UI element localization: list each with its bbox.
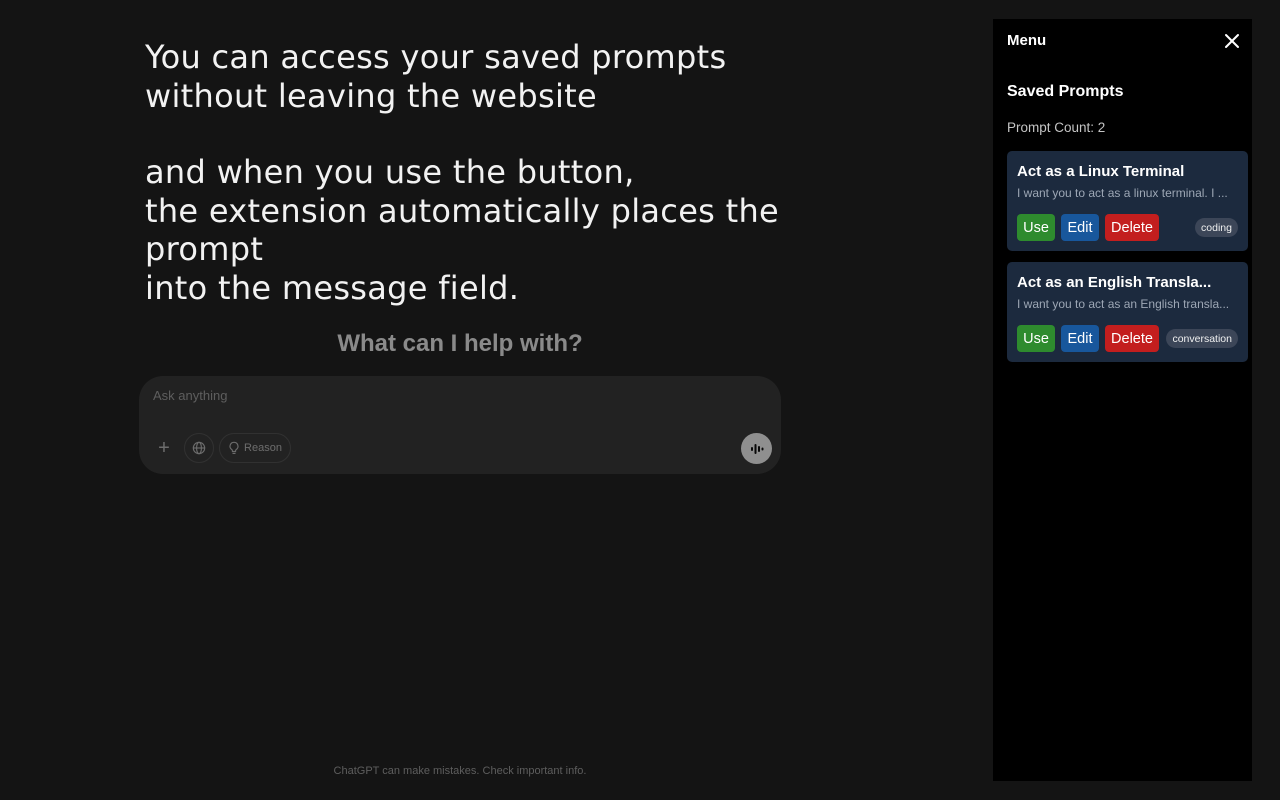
promo-line: without leaving the website — [145, 76, 598, 115]
prompt-title: Act as a Linux Terminal — [1017, 163, 1185, 180]
close-icon[interactable] — [1223, 32, 1241, 50]
promo-line: into the message field. — [145, 268, 520, 307]
menu-title: Menu — [1007, 32, 1047, 49]
delete-button[interactable]: Delete — [1105, 214, 1159, 241]
category-tag: coding — [1195, 218, 1238, 237]
globe-icon — [192, 441, 206, 455]
lightbulb-icon — [229, 441, 239, 454]
prompt-description: I want you to act as an English transla.… — [1017, 297, 1230, 311]
prompt-description: I want you to act as a linux terminal. I… — [1017, 186, 1228, 200]
message-composer: + Reason — [139, 376, 781, 474]
reason-button[interactable]: Reason — [219, 433, 291, 463]
use-button[interactable]: Use — [1017, 325, 1055, 352]
voice-icon — [750, 443, 763, 454]
prompt-card: Act as an English Transla... I want you … — [1007, 262, 1248, 362]
section-title: Saved Prompts — [1007, 83, 1124, 100]
search-web-button[interactable] — [184, 433, 214, 463]
prompt-count-label: Prompt Count: 2 — [1007, 120, 1106, 135]
use-button[interactable]: Use — [1017, 214, 1055, 241]
reason-label: Reason — [244, 442, 282, 454]
prompt-count: Prompt Count: 2 — [1007, 120, 1105, 135]
promo-gap — [145, 115, 905, 153]
edit-button[interactable]: Edit — [1061, 214, 1099, 241]
promo-line: the extension automatically places the p… — [145, 191, 780, 269]
message-input[interactable] — [153, 388, 713, 403]
delete-button[interactable]: Delete — [1105, 325, 1159, 352]
edit-button[interactable]: Edit — [1061, 325, 1099, 352]
chat-headline: What can I help with? — [337, 330, 583, 357]
saved-prompts-sidebar: Menu Saved Prompts Prompt Count: 2 Act a… — [993, 19, 1252, 781]
promo-line: You can access your saved prompts — [145, 38, 727, 76]
prompt-card: Act as a Linux Terminal I want you to ac… — [1007, 151, 1248, 251]
promo-line: and when you use the button, — [145, 153, 635, 191]
plus-icon: + — [158, 436, 170, 459]
disclaimer: ChatGPT can make mistakes. Check importa… — [333, 765, 587, 777]
voice-button[interactable] — [741, 433, 772, 464]
promo-text: You can access your saved prompts withou… — [145, 38, 905, 307]
prompt-title: Act as an English Transla... — [1017, 274, 1212, 291]
attach-button[interactable]: + — [149, 433, 179, 463]
category-tag: conversation — [1166, 329, 1238, 348]
